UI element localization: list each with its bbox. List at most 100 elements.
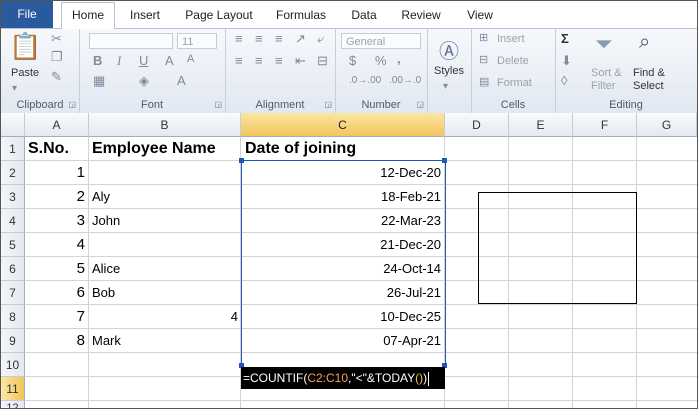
clear-icon[interactable]: ◊ [561,73,567,88]
copy-icon[interactable]: ❐ [51,49,63,65]
column-header-d[interactable]: D [445,113,509,137]
align-top-icon[interactable]: ≡ [235,31,243,46]
align-bottom-icon[interactable]: ≡ [275,31,283,46]
row-header-3[interactable]: 3 [1,185,25,209]
font-color-icon[interactable]: A [177,73,186,88]
column-header-g[interactable]: G [637,113,697,137]
merge-center-icon[interactable]: ⊟ [317,53,328,69]
find-select-icon[interactable]: ⌕ [639,31,650,54]
bold-button[interactable]: B [93,53,102,68]
italic-button[interactable]: I [117,53,121,69]
cell-a9[interactable]: 8 [25,329,85,353]
cell-b8[interactable]: 4 [89,305,238,329]
cell-b6[interactable]: Alice [92,257,238,281]
font-size-dropdown[interactable]: 11 [177,33,217,49]
find-select-label-2[interactable]: Select [633,80,664,92]
tab-data[interactable]: Data [343,3,385,27]
selection-range-c2-c10[interactable] [241,160,446,368]
column-header-f[interactable]: F [573,113,637,137]
find-select-label-1[interactable]: Find & [633,67,665,79]
tab-review[interactable]: Review [395,3,447,27]
worksheet-grid[interactable]: A B C D E F G 1 2 3 4 5 6 7 8 9 10 11 12 [1,113,697,408]
decrease-decimal-icon[interactable]: .00→.0 [389,75,421,86]
paste-button[interactable]: Paste [11,67,39,79]
row-header-12[interactable]: 12 [1,401,25,408]
autosum-button[interactable]: Σ [561,31,569,46]
row-header-10[interactable]: 10 [1,353,25,377]
tab-page-layout[interactable]: Page Layout [179,3,259,27]
row-header-6[interactable]: 6 [1,257,25,281]
align-right-icon[interactable]: ≡ [275,53,283,68]
alignment-launcher-icon[interactable]: ◲ [324,100,332,109]
row-header-2[interactable]: 2 [1,161,25,185]
sort-filter-label-1[interactable]: Sort & [591,67,622,79]
cell-b3[interactable]: Aly [92,185,238,209]
cell-a8[interactable]: 7 [25,305,85,329]
header-employee-name[interactable]: Employee Name [92,137,238,161]
number-launcher-icon[interactable]: ◲ [416,100,424,109]
align-middle-icon[interactable]: ≡ [255,31,263,46]
cell-a7[interactable]: 6 [25,281,85,305]
column-header-a[interactable]: A [25,113,89,137]
format-cells-icon[interactable]: ▤ [479,75,489,88]
format-painter-icon[interactable]: ✎ [51,69,62,85]
fill-color-icon[interactable]: ◈ [139,73,149,89]
column-header-b[interactable]: B [89,113,241,137]
sort-filter-label-2[interactable]: Filter [591,80,615,92]
cell-c11-formula-editor[interactable]: =COUNTIF(C2:C10,"<"&TODAY()) [241,367,445,389]
row-header-9[interactable]: 9 [1,329,25,353]
tab-view[interactable]: View [457,3,503,27]
fill-icon[interactable]: ⬇ [561,53,572,69]
header-date-of-joining[interactable]: Date of joining [245,137,441,161]
shrink-font-icon[interactable]: A [187,53,194,65]
delete-cells-button[interactable]: Delete [497,55,529,67]
row-header-4[interactable]: 4 [1,209,25,233]
tab-file[interactable]: File [1,1,53,28]
tab-insert[interactable]: Insert [121,3,169,27]
header-sno[interactable]: S.No. [28,137,88,161]
dropdown-arrow-icon[interactable]: ▾ [12,83,17,94]
decrease-indent-icon[interactable]: ⇤ [295,53,306,69]
cell-b4[interactable]: John [92,209,238,233]
selection-handle[interactable] [442,158,447,163]
cell-b9[interactable]: Mark [92,329,238,353]
clipboard-launcher-icon[interactable]: ◲ [68,100,76,109]
insert-cells-button[interactable]: Insert [497,33,525,45]
comma-button[interactable]: , [397,51,401,66]
cell-b5[interactable] [92,233,238,257]
font-name-dropdown[interactable] [89,33,173,49]
currency-button[interactable]: $ [349,53,356,68]
tab-home[interactable]: Home [61,2,115,30]
column-header-e[interactable]: E [509,113,573,137]
cell-a4[interactable]: 3 [25,209,85,233]
cell-a3[interactable]: 2 [25,185,85,209]
column-header-c[interactable]: C [241,113,445,137]
tab-formulas[interactable]: Formulas [269,3,333,27]
selection-handle[interactable] [239,158,244,163]
styles-button[interactable]: Styles [434,65,464,77]
borders-icon[interactable]: ▦ [93,73,105,89]
format-cells-button[interactable]: Format [497,77,532,89]
sort-filter-icon[interactable]: ⏷ [595,31,613,57]
paste-icon[interactable]: 📋 [9,31,41,62]
row-header-1[interactable]: 1 [1,137,25,161]
wrap-text-icon[interactable]: ⤶ [317,31,324,47]
number-format-dropdown[interactable]: General [341,33,421,49]
grow-font-icon[interactable]: A [165,53,174,68]
cell-a5[interactable]: 4 [25,233,85,257]
align-left-icon[interactable]: ≡ [235,53,243,68]
row-header-11[interactable]: 11 [1,377,25,401]
cut-icon[interactable]: ✂ [51,31,62,47]
cell-b7[interactable]: Bob [92,281,238,305]
styles-dropdown-icon[interactable]: ▾ [443,81,448,92]
cell-a6[interactable]: 5 [25,257,85,281]
underline-button[interactable]: U [139,53,148,68]
styles-icon[interactable]: Ⓐ [439,35,459,64]
delete-cells-icon[interactable]: ⊟ [479,53,488,66]
font-launcher-icon[interactable]: ◲ [214,100,222,109]
insert-cells-icon[interactable]: ⊞ [479,31,488,44]
align-center-icon[interactable]: ≡ [255,53,263,68]
row-header-7[interactable]: 7 [1,281,25,305]
orientation-icon[interactable]: ↗ [295,31,306,47]
increase-decimal-icon[interactable]: .0→.00 [349,75,381,86]
